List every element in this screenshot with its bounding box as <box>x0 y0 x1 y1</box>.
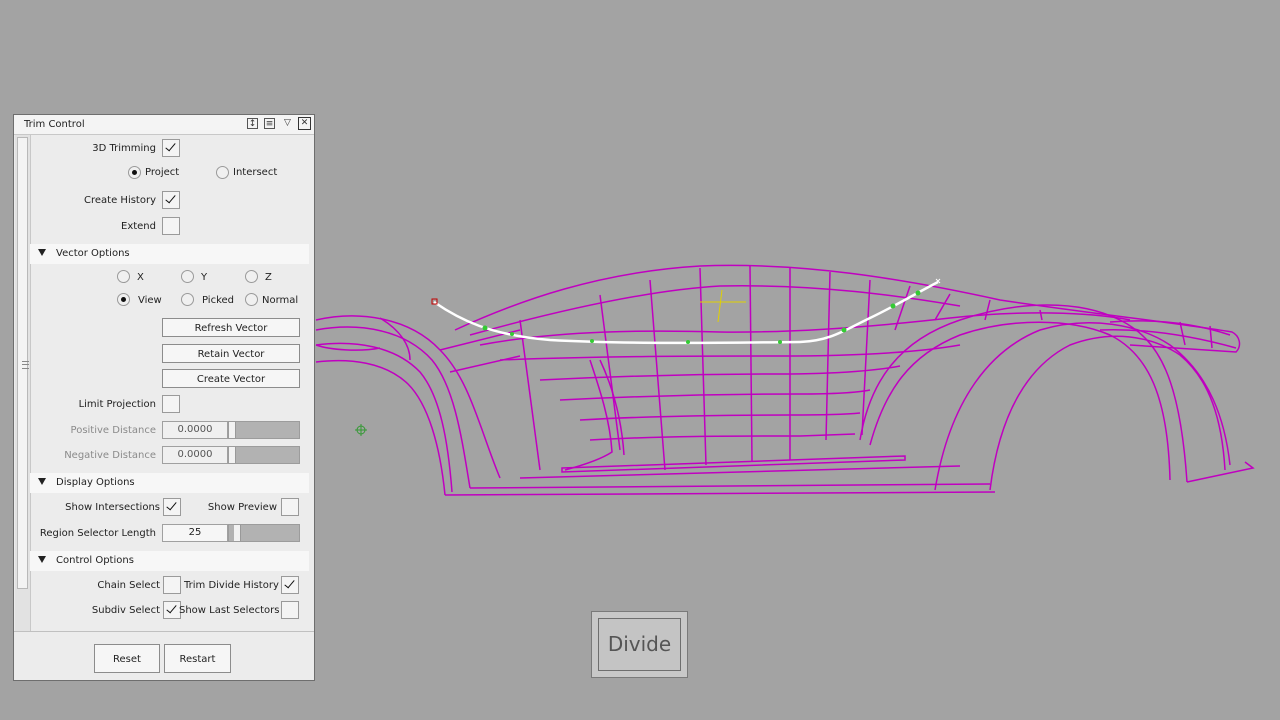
create-history-checkbox[interactable] <box>162 191 180 209</box>
chain-select-label: Chain Select <box>97 580 160 591</box>
menu-icon[interactable]: ≡ <box>264 118 275 129</box>
z-radio[interactable] <box>245 270 258 283</box>
control-options-header[interactable]: Control Options <box>30 551 309 571</box>
trim-divide-history-checkbox[interactable] <box>281 576 299 594</box>
vector-options-title: Vector Options <box>56 248 130 259</box>
expand-triangle-icon <box>38 249 46 256</box>
chain-select-checkbox[interactable] <box>163 576 181 594</box>
normal-label: Normal <box>262 295 299 306</box>
z-label: Z <box>265 272 272 283</box>
normal-radio[interactable] <box>245 293 258 306</box>
extend-label: Extend <box>121 221 156 232</box>
close-icon[interactable]: ✕ <box>298 117 311 130</box>
control-options-title: Control Options <box>56 555 134 566</box>
divide-button-label[interactable]: Divide <box>598 618 681 671</box>
panel-scrollbar[interactable] <box>15 135 31 631</box>
intersect-label: Intersect <box>233 167 278 178</box>
bottom-divider <box>14 631 314 632</box>
trim-divide-history-label: Trim Divide History <box>184 580 279 591</box>
project-radio[interactable] <box>128 166 141 179</box>
display-options-title: Display Options <box>56 477 135 488</box>
panel-title: Trim Control <box>24 119 85 130</box>
show-preview-label: Show Preview <box>207 502 277 513</box>
show-last-selectors-checkbox[interactable] <box>281 601 299 619</box>
region-selector-length-slider[interactable] <box>228 524 300 542</box>
float-toggle-icon[interactable]: ↕ <box>247 118 258 129</box>
picked-radio[interactable] <box>181 293 194 306</box>
create-vector-button[interactable]: Create Vector <box>162 369 300 388</box>
show-intersections-checkbox[interactable] <box>163 498 181 516</box>
panel-titlebar[interactable]: Trim Control ↕ ≡ ▽ ✕ <box>14 115 314 135</box>
display-options-header[interactable]: Display Options <box>30 473 309 493</box>
create-history-label: Create History <box>84 195 156 206</box>
positive-distance-label: Positive Distance <box>70 425 156 436</box>
view-radio[interactable] <box>117 293 130 306</box>
y-label: Y <box>201 272 208 283</box>
positive-distance-slider <box>228 421 300 439</box>
limit-projection-label: Limit Projection <box>78 399 156 410</box>
trimming-3d-checkbox[interactable] <box>162 139 180 157</box>
reset-button[interactable]: Reset <box>94 644 160 673</box>
trim-control-panel: Trim Control ↕ ≡ ▽ ✕ 3D Trimming Project… <box>13 114 315 681</box>
show-last-selectors-label: Show Last Selectors <box>179 605 280 616</box>
limit-projection-checkbox[interactable] <box>162 395 180 413</box>
collapse-icon[interactable]: ▽ <box>282 118 293 129</box>
picked-label: Picked <box>202 295 235 306</box>
intersect-radio[interactable] <box>216 166 229 179</box>
retain-vector-button[interactable]: Retain Vector <box>162 344 300 363</box>
subdiv-select-label: Subdiv Select <box>91 605 160 616</box>
expand-triangle-icon <box>38 478 46 485</box>
divide-button[interactable]: Divide <box>591 611 688 678</box>
show-intersections-label: Show Intersections <box>65 502 160 513</box>
refresh-vector-button[interactable]: Refresh Vector <box>162 318 300 337</box>
extend-checkbox[interactable] <box>162 217 180 235</box>
scrollbar-thumb[interactable] <box>17 137 29 589</box>
x-radio[interactable] <box>117 270 130 283</box>
region-selector-length-field[interactable]: 25 <box>162 524 228 542</box>
x-label: X <box>137 272 144 283</box>
show-preview-checkbox[interactable] <box>281 498 299 516</box>
y-radio[interactable] <box>181 270 194 283</box>
negative-distance-field: 0.0000 <box>162 446 228 464</box>
negative-distance-slider <box>228 446 300 464</box>
vector-options-header[interactable]: Vector Options <box>30 244 309 264</box>
positive-distance-field: 0.0000 <box>162 421 228 439</box>
trimming-3d-label: 3D Trimming <box>92 143 156 154</box>
project-label: Project <box>145 167 180 178</box>
view-label: View <box>138 295 162 306</box>
expand-triangle-icon <box>38 556 46 563</box>
region-selector-length-label: Region Selector Length <box>39 528 156 539</box>
negative-distance-label: Negative Distance <box>64 450 156 461</box>
restart-button[interactable]: Restart <box>164 644 231 673</box>
